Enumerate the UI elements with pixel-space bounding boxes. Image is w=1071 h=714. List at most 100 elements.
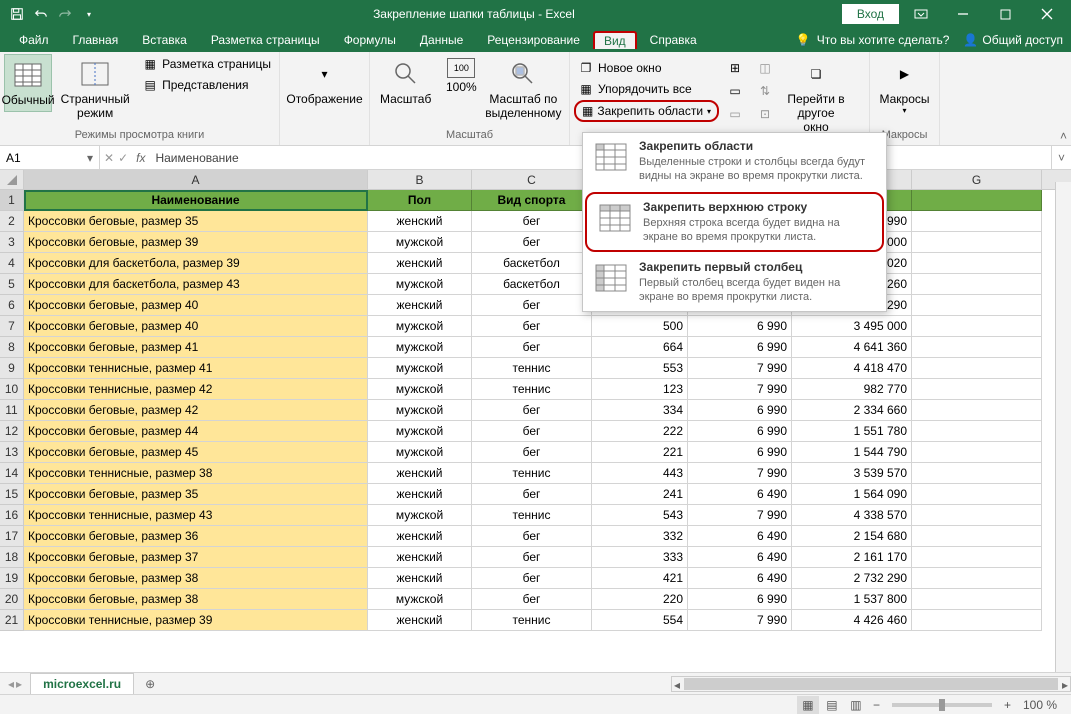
data-cell[interactable]: 2 732 290 [792, 568, 912, 589]
sync-scroll-button[interactable]: ⇅ [753, 81, 777, 101]
row-header[interactable]: 2 [0, 211, 24, 232]
data-cell[interactable]: 4 338 570 [792, 505, 912, 526]
data-cell[interactable]: 221 [592, 442, 688, 463]
data-cell[interactable]: бег [472, 211, 592, 232]
data-cell[interactable]: Кроссовки беговые, размер 42 [24, 400, 368, 421]
fx-icon[interactable]: fx [132, 151, 149, 165]
row-header[interactable]: 13 [0, 442, 24, 463]
data-cell[interactable]: бег [472, 295, 592, 316]
data-cell[interactable]: Кроссовки беговые, размер 35 [24, 211, 368, 232]
chevron-down-icon[interactable]: ▾ [87, 151, 93, 165]
data-cell[interactable]: Кроссовки теннисные, размер 38 [24, 463, 368, 484]
data-cell[interactable]: 1 564 090 [792, 484, 912, 505]
data-cell[interactable] [912, 610, 1042, 631]
data-cell[interactable]: теннис [472, 463, 592, 484]
data-cell[interactable]: 123 [592, 379, 688, 400]
tab-formulas[interactable]: Формулы [333, 30, 407, 50]
row-header[interactable]: 6 [0, 295, 24, 316]
data-cell[interactable]: 2 154 680 [792, 526, 912, 547]
data-cell[interactable]: мужской [368, 274, 472, 295]
reset-position-button[interactable]: ⊡ [753, 104, 777, 124]
data-cell[interactable]: Кроссовки беговые, размер 38 [24, 589, 368, 610]
data-cell[interactable]: Кроссовки беговые, размер 40 [24, 316, 368, 337]
data-cell[interactable]: 7 990 [688, 358, 792, 379]
data-cell[interactable]: мужской [368, 421, 472, 442]
minimize-button[interactable] [943, 0, 983, 28]
data-cell[interactable]: женский [368, 463, 472, 484]
data-cell[interactable]: 6 490 [688, 484, 792, 505]
data-cell[interactable]: 1 537 800 [792, 589, 912, 610]
data-cell[interactable]: женский [368, 295, 472, 316]
data-cell[interactable]: Кроссовки беговые, размер 39 [24, 232, 368, 253]
tab-help[interactable]: Справка [639, 30, 708, 50]
data-cell[interactable]: 6 990 [688, 589, 792, 610]
data-cell[interactable]: 6 990 [688, 421, 792, 442]
data-cell[interactable]: бег [472, 484, 592, 505]
freeze-top-row-option[interactable]: Закрепить верхнюю строкуВерхняя строка в… [585, 192, 884, 253]
data-cell[interactable]: бег [472, 400, 592, 421]
data-cell[interactable]: 6 990 [688, 316, 792, 337]
data-cell[interactable] [912, 211, 1042, 232]
data-cell[interactable]: женский [368, 253, 472, 274]
data-cell[interactable]: теннис [472, 379, 592, 400]
zoom-button[interactable]: Масштаб [374, 54, 437, 110]
data-cell[interactable]: женский [368, 484, 472, 505]
pagebreak-view-icon[interactable]: ▥ [845, 696, 867, 714]
data-cell[interactable]: Кроссовки беговые, размер 41 [24, 337, 368, 358]
data-cell[interactable]: 220 [592, 589, 688, 610]
horizontal-scrollbar[interactable]: ◂▸ [671, 676, 1071, 692]
data-cell[interactable]: Кроссовки беговые, размер 36 [24, 526, 368, 547]
data-cell[interactable] [912, 505, 1042, 526]
tab-data[interactable]: Данные [409, 30, 474, 50]
data-cell[interactable]: 6 490 [688, 526, 792, 547]
data-cell[interactable]: мужской [368, 505, 472, 526]
data-cell[interactable] [912, 316, 1042, 337]
data-cell[interactable]: Кроссовки беговые, размер 44 [24, 421, 368, 442]
zoom-level[interactable]: 100 % [1017, 698, 1063, 712]
data-cell[interactable]: мужской [368, 400, 472, 421]
prev-sheet-button[interactable]: ◂ [8, 677, 14, 691]
ribbon-options-icon[interactable] [901, 0, 941, 28]
data-cell[interactable]: мужской [368, 316, 472, 337]
data-cell[interactable]: 6 490 [688, 568, 792, 589]
data-cell[interactable]: баскетбол [472, 274, 592, 295]
data-cell[interactable] [912, 400, 1042, 421]
data-cell[interactable] [912, 526, 1042, 547]
data-cell[interactable]: женский [368, 568, 472, 589]
zoom-selection-button[interactable]: Масштаб по выделенному [485, 54, 561, 124]
tab-view[interactable]: Вид [593, 31, 637, 49]
maximize-button[interactable] [985, 0, 1025, 28]
row-header[interactable]: 1 [0, 190, 24, 211]
data-cell[interactable]: мужской [368, 358, 472, 379]
data-cell[interactable]: Кроссовки беговые, размер 37 [24, 547, 368, 568]
column-header[interactable]: G [912, 170, 1042, 189]
redo-button[interactable] [54, 3, 76, 25]
tell-me-search[interactable]: 💡Что вы хотите сделать? [796, 33, 950, 47]
zoom-out-button[interactable]: − [869, 698, 884, 712]
row-header[interactable]: 17 [0, 526, 24, 547]
row-header[interactable]: 18 [0, 547, 24, 568]
data-cell[interactable]: 1 544 790 [792, 442, 912, 463]
data-cell[interactable]: Кроссовки беговые, размер 38 [24, 568, 368, 589]
data-cell[interactable] [912, 295, 1042, 316]
data-cell[interactable]: Кроссовки для баскетбола, размер 39 [24, 253, 368, 274]
data-cell[interactable]: теннис [472, 358, 592, 379]
data-cell[interactable]: 6 990 [688, 337, 792, 358]
data-cell[interactable]: 241 [592, 484, 688, 505]
arrange-all-button[interactable]: ▦Упорядочить все [574, 79, 719, 99]
freeze-panes-option[interactable]: Закрепить областиВыделенные строки и сто… [583, 133, 886, 190]
new-window-button[interactable]: ❐Новое окно [574, 58, 719, 78]
qat-customize[interactable]: ▾ [78, 3, 100, 25]
share-button[interactable]: 👤Общий доступ [963, 33, 1063, 47]
data-cell[interactable]: 1 551 780 [792, 421, 912, 442]
add-sheet-button[interactable]: ⊕ [140, 674, 160, 694]
row-header[interactable]: 9 [0, 358, 24, 379]
data-cell[interactable] [912, 463, 1042, 484]
data-cell[interactable]: бег [472, 547, 592, 568]
data-cell[interactable]: Кроссовки теннисные, размер 39 [24, 610, 368, 631]
tab-insert[interactable]: Вставка [131, 30, 198, 50]
data-cell[interactable]: теннис [472, 610, 592, 631]
data-cell[interactable]: мужской [368, 589, 472, 610]
column-header[interactable]: A [24, 170, 368, 189]
data-cell[interactable]: 4 426 460 [792, 610, 912, 631]
